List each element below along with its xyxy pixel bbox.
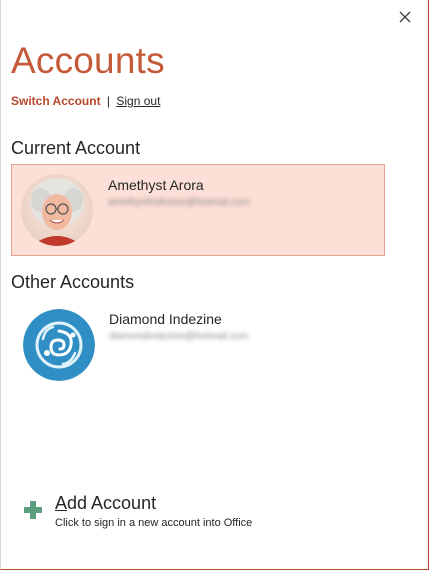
other-account-email: diamondindezine@hotmail.com — [109, 331, 249, 342]
close-icon[interactable] — [396, 8, 414, 26]
plus-icon — [23, 500, 43, 520]
sign-out-link[interactable]: Sign out — [116, 94, 160, 108]
other-accounts-heading: Other Accounts — [11, 272, 135, 292]
current-account-name: Amethyst Arora — [108, 177, 204, 193]
current-account-card[interactable]: Amethyst Arora amethystindezine@hotmail.… — [11, 164, 385, 256]
add-account-label-rest: dd Account — [67, 493, 157, 513]
add-account-label: Add Account — [55, 493, 156, 514]
switch-account-link[interactable]: Switch Account — [11, 94, 101, 108]
add-account-access-key: A — [55, 493, 68, 513]
accounts-dialog: Accounts Switch Account | Sign out Curre… — [0, 0, 429, 570]
current-account-heading: Current Account — [11, 138, 141, 158]
user-photo-avatar — [21, 174, 93, 246]
other-account-item[interactable]: Diamond Indezine diamondindezine@hotmail… — [11, 304, 385, 396]
add-account-description: Click to sign in a new account into Offi… — [55, 517, 253, 529]
account-links: Switch Account | Sign out — [11, 94, 160, 108]
swirl-logo-avatar — [23, 309, 95, 381]
add-account-button[interactable]: Add Account Click to sign in a new accou… — [23, 493, 323, 533]
page-title: Accounts — [11, 40, 165, 81]
link-separator: | — [106, 94, 111, 108]
current-account-email: amethystindezine@hotmail.com — [108, 197, 250, 208]
other-account-name: Diamond Indezine — [109, 311, 222, 327]
